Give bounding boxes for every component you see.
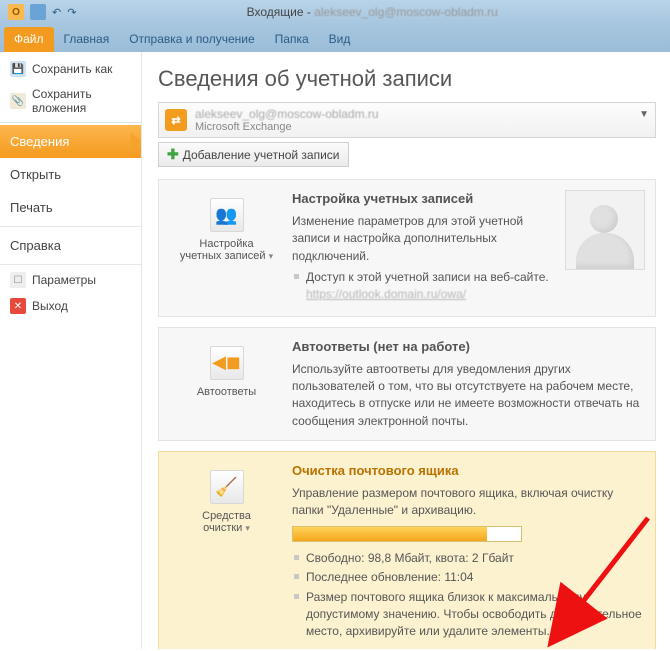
bullet-text: Доступ к этой учетной записи на веб-сайт…: [306, 270, 549, 284]
chevron-down-icon: ▾: [269, 251, 274, 261]
sidebar-help[interactable]: Справка: [0, 229, 141, 262]
plus-icon: ✚: [167, 146, 179, 163]
quota-bar: [292, 526, 645, 542]
save-icon: 💾: [10, 61, 26, 77]
tab-home[interactable]: Главная: [54, 27, 120, 52]
sidebar-save-as[interactable]: 💾 Сохранить как: [0, 56, 141, 82]
panel-cleanup: 🧹 Средства очистки ▾ Очистка почтового я…: [158, 451, 656, 649]
sidebar-label: Параметры: [32, 273, 96, 287]
exchange-icon: ⇄: [165, 109, 187, 131]
tab-folder[interactable]: Папка: [265, 27, 319, 52]
account-settings-icon: 👥: [210, 198, 244, 232]
btn-line2: очистки: [203, 522, 242, 534]
sidebar-exit[interactable]: ✕ Выход: [0, 293, 141, 319]
sidebar-label: Справка: [10, 238, 61, 253]
autoreply-icon: ◀◼: [210, 346, 244, 380]
quick-save-icon[interactable]: [30, 4, 46, 20]
autoreplies-button[interactable]: ◀◼ Автоответы: [169, 338, 284, 404]
sidebar-options[interactable]: ☐ Параметры: [0, 267, 141, 293]
panel-account-settings: 👥 Настройка учетных записей ▾ Настройка …: [158, 179, 656, 317]
chevron-down-icon: ▼: [639, 109, 649, 120]
sidebar-label: Выход: [32, 299, 68, 313]
sidebar-info[interactable]: Сведения: [0, 125, 141, 158]
account-settings-button[interactable]: 👥 Настройка учетных записей ▾: [169, 190, 284, 268]
btn-line1: Средства: [171, 510, 282, 522]
account-type: Microsoft Exchange: [195, 121, 649, 133]
account-address: alekseev_olg@moscow-obladm.ru: [195, 107, 649, 121]
tab-sendreceive[interactable]: Отправка и получение: [119, 27, 264, 52]
btn-line1: Настройка: [171, 238, 282, 250]
sidebar-label: Сведения: [10, 134, 69, 149]
owa-link[interactable]: https://outlook.domain.ru/owa/: [306, 287, 466, 301]
title-bar: O ↶ ↷ Входящие - alekseev_olg@moscow-obl…: [0, 0, 670, 24]
title-prefix: Входящие -: [247, 5, 315, 19]
section-title: Очистка почтового ящика: [292, 462, 645, 481]
sidebar-label: Сохранить как: [32, 62, 112, 76]
separator: [0, 122, 141, 123]
btn-label: Автоответы: [171, 386, 282, 398]
account-text: alekseev_olg@moscow-obladm.ru Microsoft …: [195, 107, 649, 133]
exit-icon: ✕: [10, 298, 26, 314]
add-account-button[interactable]: ✚ Добавление учетной записи: [158, 142, 349, 167]
sidebar-save-attachments[interactable]: 📎 Сохранить вложения: [0, 82, 141, 120]
add-account-label: Добавление учетной записи: [183, 148, 340, 162]
redo-icon[interactable]: ↷: [67, 6, 76, 19]
app-icon: O: [8, 4, 24, 20]
window-title: Входящие - alekseev_olg@moscow-obladm.ru: [82, 5, 662, 19]
separator: [0, 226, 141, 227]
title-account: alekseev_olg@moscow-obladm.ru: [314, 5, 498, 19]
options-icon: ☐: [10, 272, 26, 288]
btn-line2: учетных записей: [180, 250, 266, 262]
sidebar-print[interactable]: Печать: [0, 191, 141, 224]
bullet-item: Доступ к этой учетной записи на веб-сайт…: [292, 269, 557, 304]
section-desc: Изменение параметров для этой учетной за…: [292, 213, 557, 265]
account-dropdown[interactable]: ⇄ alekseev_olg@moscow-obladm.ru Microsof…: [158, 102, 656, 138]
bullet-free-space: Свободно: 98,8 Мбайт, квота: 2 Гбайт: [292, 550, 645, 567]
bullet-last-update: Последнее обновление: 11:04: [292, 569, 645, 586]
separator: [0, 264, 141, 265]
tab-file[interactable]: Файл: [4, 27, 54, 52]
panel-autoreplies: ◀◼ Автоответы Автоответы (нет на работе)…: [158, 327, 656, 441]
ribbon-tabs: Файл Главная Отправка и получение Папка …: [0, 24, 670, 52]
section-desc: Управление размером почтового ящика, вкл…: [292, 485, 645, 520]
avatar-placeholder: [565, 190, 645, 270]
undo-icon[interactable]: ↶: [52, 6, 61, 19]
cleanup-tools-button[interactable]: 🧹 Средства очистки ▾: [169, 462, 284, 540]
page-title: Сведения об учетной записи: [158, 66, 656, 92]
tab-view[interactable]: Вид: [319, 27, 361, 52]
backstage-sidebar: 💾 Сохранить как 📎 Сохранить вложения Све…: [0, 52, 142, 649]
attachment-icon: 📎: [10, 93, 26, 109]
main-area: Сведения об учетной записи ⇄ alekseev_ol…: [142, 52, 670, 649]
sidebar-label: Открыть: [10, 167, 61, 182]
section-title: Настройка учетных записей: [292, 190, 557, 209]
chevron-down-icon: ▾: [245, 523, 250, 533]
sidebar-label: Печать: [10, 200, 53, 215]
section-desc: Используйте автоответы для уведомления д…: [292, 361, 645, 431]
cleanup-icon: 🧹: [210, 470, 244, 504]
sidebar-label: Сохранить вложения: [32, 87, 135, 115]
sidebar-open[interactable]: Открыть: [0, 158, 141, 191]
bullet-warning: Размер почтового ящика близок к максимал…: [292, 589, 645, 641]
section-title: Автоответы (нет на работе): [292, 338, 645, 357]
